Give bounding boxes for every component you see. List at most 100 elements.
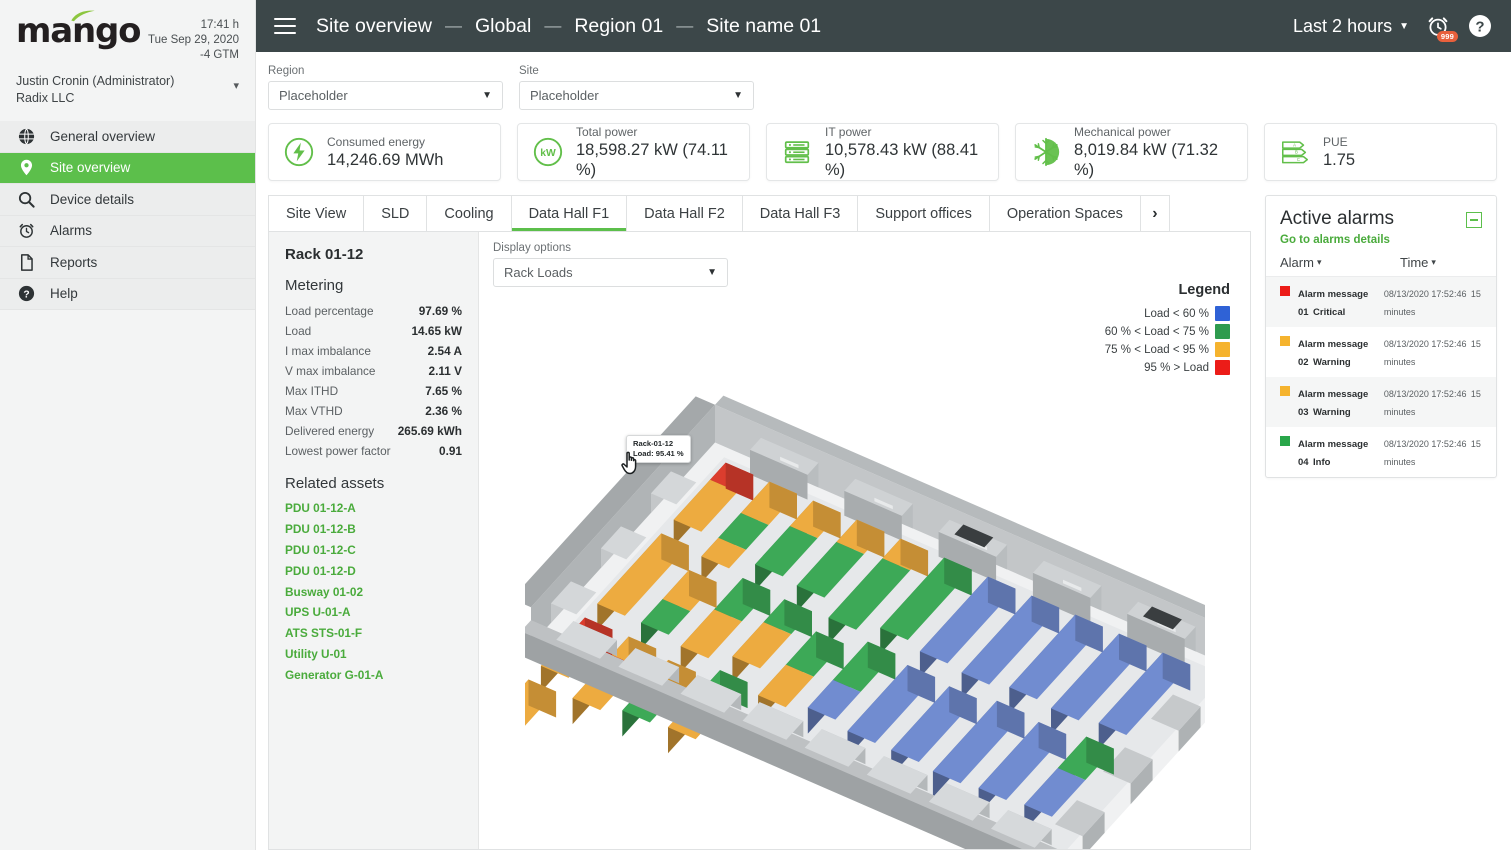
alarm-row[interactable]: Alarm message 04 Info 08/13/2020 17:52:4… <box>1266 427 1496 477</box>
datahall-svg[interactable] <box>496 322 1250 849</box>
tab-support-offices[interactable]: Support offices <box>857 195 989 231</box>
metric-value: 2.11 V <box>428 364 462 378</box>
sidebar-item-device-details[interactable]: Device details <box>0 184 255 216</box>
globe-icon <box>18 128 35 145</box>
kpi-card-total-power[interactable]: kW Total power 18,598.27 kW (74.11 %) <box>517 123 750 181</box>
brand-row: mango 17:41 h Tue Sep 29, 2020 -4 GTM <box>0 0 255 63</box>
topbar: Site overview — Global — Region 01 — Site name… <box>256 0 1511 52</box>
metric-label: Max ITHD <box>285 384 339 398</box>
tab-cooling[interactable]: Cooling <box>426 195 511 231</box>
status-badge <box>1280 336 1290 346</box>
tab-label: Site View <box>286 205 347 222</box>
sidebar-item-label: Help <box>50 286 78 302</box>
tab-bar: Site View SLD Cooling Data Hall F1 Data Hall… <box>268 195 1251 231</box>
legend-row: 60 % < Load < 75 % <box>1105 324 1230 339</box>
chevron-down-icon[interactable]: ▾ <box>233 73 239 92</box>
pue-tags-icon: ABC <box>1282 141 1308 164</box>
tabs-scroll-right-icon[interactable]: › <box>1139 195 1170 231</box>
breadcrumb-separator: — <box>444 16 462 35</box>
sort-by-alarm[interactable]: Alarm ▾ <box>1280 255 1400 270</box>
kpi-value: 18,598.27 kW (74.11 %) <box>576 140 728 179</box>
topbar-actions: Last 2 hours ▼ 999 ? <box>1293 13 1493 42</box>
sidebar-item-alarms[interactable]: Alarms <box>0 215 255 247</box>
related-assets-list: PDU 01-12-A PDU 01-12-B PDU 01-12-C PDU 01-… <box>285 498 462 685</box>
tab-label: SLD <box>381 205 410 222</box>
tab-data-hall-f1[interactable]: Data Hall F1 <box>510 195 627 231</box>
mango-logo[interactable]: mango <box>16 10 141 63</box>
metric-label: V max imbalance <box>285 364 376 378</box>
time-column-label: Time <box>1400 255 1429 270</box>
map-pin-icon <box>17 158 36 177</box>
collapse-panel-button[interactable] <box>1466 212 1482 228</box>
active-alarms-panel: Active alarms Go to alarms details Alarm… <box>1265 195 1497 478</box>
sidebar-item-help[interactable]: ? Help <box>0 278 255 310</box>
asset-link[interactable]: PDU 01-12-D <box>285 560 462 581</box>
kpi-card-consumed-energy[interactable]: Consumed energy 14,246.69 MWh <box>268 123 501 181</box>
asset-link[interactable]: PDU 01-12-C <box>285 540 462 561</box>
asset-link[interactable]: PDU 01-12-A <box>285 498 462 519</box>
metering-list: Load percentage 97.69 % Load 14.65 kW I ma… <box>285 301 462 461</box>
energy-bolt-icon <box>284 137 314 167</box>
sidebar-item-label: General overview <box>50 128 156 144</box>
alarm-row[interactable]: Alarm message 03 Warning 08/13/2020 17:5… <box>1266 377 1496 427</box>
question-circle-icon: ? <box>1469 15 1491 37</box>
sidebar: mango 17:41 h Tue Sep 29, 2020 -4 GTM Ju… <box>0 0 256 850</box>
datahall-3d-scene[interactable] <box>496 322 1250 849</box>
tab-data-hall-f2[interactable]: Data Hall F2 <box>626 195 742 231</box>
alarm-row[interactable]: Alarm message 02 Warning 08/13/2020 17:5… <box>1266 327 1496 377</box>
alarm-message: Alarm message 04 <box>1298 439 1369 468</box>
kpi-card-it-power[interactable]: IT power 10,578.43 kW (88.41 %) <box>766 123 999 181</box>
hall-3d-viewer[interactable]: Display options Rack Loads ▼ Rack-01-12 … <box>479 232 1250 849</box>
clock-block: 17:41 h Tue Sep 29, 2020 -4 GTM <box>148 14 239 63</box>
user-org: Radix LLC <box>16 91 75 105</box>
user-row[interactable]: Justin Cronin (Administrator) Radix LLC … <box>0 63 255 121</box>
breadcrumb: Site overview — Global — Region 01 — Site name… <box>316 15 821 38</box>
related-assets-heading: Related assets <box>285 475 385 492</box>
alarms-bell-button[interactable]: 999 <box>1425 13 1458 42</box>
breadcrumb-item-4[interactable]: Site name 01 <box>706 15 821 38</box>
asset-link[interactable]: PDU 01-12-B <box>285 519 462 540</box>
help-button[interactable]: ? <box>1467 13 1493 39</box>
search-icon <box>17 190 36 209</box>
alarms-header: Active alarms <box>1266 196 1496 230</box>
asset-link[interactable]: ATS STS-01-F <box>285 623 462 644</box>
sort-by-time[interactable]: Time ▾ <box>1400 255 1436 270</box>
metric-label: Lowest power factor <box>285 444 391 458</box>
legend-swatch <box>1215 324 1230 339</box>
tab-label: Support offices <box>875 205 972 222</box>
tab-operation-spaces[interactable]: Operation Spaces <box>988 195 1140 231</box>
go-to-alarms-details-link[interactable]: Go to alarms details <box>1266 230 1496 255</box>
kpi-card-mechanical-power[interactable]: Mechanical power 8,019.84 kW (71.32 %) <box>1015 123 1248 181</box>
kpi-card-pue[interactable]: ABC PUE 1.75 <box>1264 123 1497 181</box>
time-range-selector[interactable]: Last 2 hours ▼ <box>1293 16 1409 37</box>
tab-data-hall-f3[interactable]: Data Hall F3 <box>741 195 858 231</box>
search-icon <box>18 191 35 208</box>
sidebar-item-label: Alarms <box>50 223 93 239</box>
breadcrumb-separator: — <box>544 16 562 35</box>
tab-sld[interactable]: SLD <box>363 195 427 231</box>
tab-site-view[interactable]: Site View <box>268 195 364 231</box>
sidebar-item-general-overview[interactable]: General overview <box>0 121 255 153</box>
sidebar-item-site-overview[interactable]: Site overview <box>0 152 255 184</box>
sidebar-item-reports[interactable]: Reports <box>0 247 255 279</box>
hand-cursor-icon <box>621 451 637 475</box>
filter-select-site[interactable]: Placeholder ▼ <box>519 81 754 110</box>
asset-link[interactable]: Busway 01-02 <box>285 581 462 602</box>
metric-label: I max imbalance <box>285 344 371 358</box>
filter-select-region[interactable]: Placeholder ▼ <box>268 81 503 110</box>
menu-toggle-icon[interactable] <box>274 18 296 34</box>
asset-link[interactable]: Generator G-01-A <box>285 664 462 685</box>
breadcrumb-item-3[interactable]: Region 01 <box>574 15 663 38</box>
tab-label: Cooling <box>444 205 494 222</box>
metric-row: Max ITHD 7.65 % <box>285 381 462 401</box>
breadcrumb-item-1[interactable]: Site overview <box>316 15 432 38</box>
time-range-label: Last 2 hours <box>1293 15 1393 36</box>
asset-link[interactable]: UPS U-01-A <box>285 602 462 623</box>
alarm-row[interactable]: Alarm message 01 Critical 08/13/2020 17:… <box>1266 277 1496 327</box>
server-rack-icon <box>781 136 813 168</box>
legend-swatch <box>1215 360 1230 375</box>
asset-link[interactable]: Utility U-01 <box>285 643 462 664</box>
server-rack-icon <box>784 141 810 164</box>
breadcrumb-item-2[interactable]: Global <box>475 15 531 38</box>
alarms-column-headers: Alarm ▾ Time ▾ <box>1266 255 1496 277</box>
